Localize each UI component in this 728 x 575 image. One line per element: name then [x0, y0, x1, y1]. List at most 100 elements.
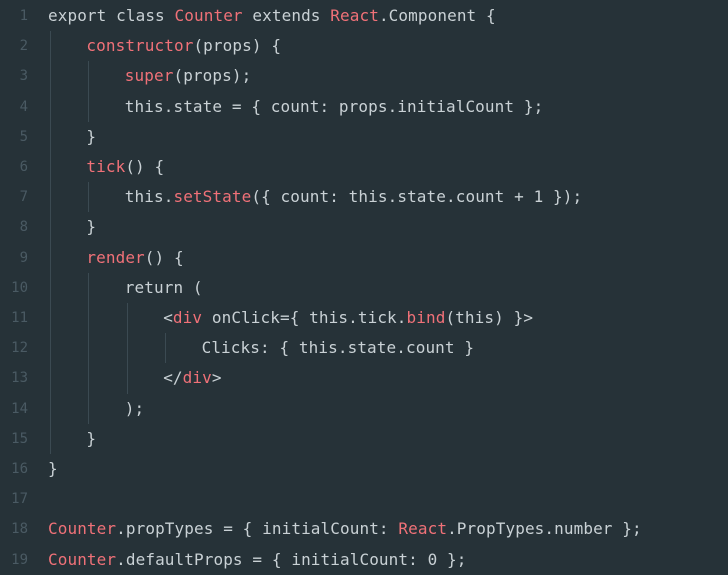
- code-token: (props) {: [193, 36, 282, 56]
- code-line[interactable]: 2 constructor(props) {: [0, 31, 728, 62]
- code-token: }: [86, 126, 97, 146]
- code-line[interactable]: 7 this.setState({ count: this.state.count…: [0, 182, 728, 213]
- code-token: this.state = { count: props.initialCount…: [124, 96, 544, 116]
- indent-guide: [50, 272, 51, 303]
- code-token: this.: [124, 187, 174, 207]
- indent-guide: [88, 333, 90, 364]
- code-text[interactable]: Counter.propTypes = { initialCount: Reac…: [48, 514, 642, 544]
- code-text[interactable]: );: [125, 394, 144, 424]
- indent-guide: [126, 363, 128, 394]
- code-token: .Component {: [378, 6, 496, 25]
- line-number: 16: [11, 461, 28, 477]
- indent-guide: [50, 363, 51, 394]
- keyword-token: div: [182, 368, 212, 388]
- line-number: 4: [19, 98, 28, 115]
- code-line[interactable]: 10 return (: [0, 272, 728, 303]
- code-line[interactable]: 14);: [0, 393, 728, 424]
- code-token: extends: [242, 6, 331, 25]
- code-text[interactable]: }: [48, 454, 58, 484]
- indent-guide: [88, 91, 90, 122]
- code-line[interactable]: 17: [0, 484, 728, 514]
- code-token: onClick={ this.tick.: [202, 308, 407, 327]
- code-line[interactable]: 19 Counter.defaultProps = { initialCount:…: [0, 545, 728, 575]
- code-text[interactable]: this.state = { count: props.initialCount…: [125, 92, 544, 122]
- code-line[interactable]: 8}: [0, 212, 728, 243]
- code-line[interactable]: 9 render() {: [0, 242, 728, 273]
- indent-guide: [126, 333, 128, 364]
- code-line[interactable]: 16}: [0, 454, 728, 484]
- indent-guide: [88, 393, 90, 424]
- code-token: .PropTypes.number };: [447, 519, 642, 539]
- line-number: 17: [11, 491, 28, 508]
- line-number: 7: [19, 189, 28, 206]
- code-token: export class: [48, 6, 175, 25]
- indent-guide: [50, 333, 51, 364]
- line-number: 11: [11, 310, 28, 326]
- code-line[interactable]: 12 Clicks: { this.state.count }: [0, 333, 728, 364]
- code-line[interactable]: 13 </div>: [0, 363, 728, 394]
- code-text[interactable]: constructor(props) {: [86, 31, 281, 61]
- code-text[interactable]: this.setState({ count: this.state.count …: [125, 182, 582, 212]
- code-line[interactable]: 3 super(props);: [0, 61, 728, 92]
- line-number: 13: [11, 370, 28, 387]
- code-line[interactable]: 18 Counter.propTypes = { initialCount: Re…: [0, 514, 728, 544]
- indent-guide: [50, 303, 51, 334]
- code-text[interactable]: </div>: [163, 363, 221, 393]
- line-number: 9: [19, 249, 28, 266]
- code-token: <: [163, 308, 173, 327]
- code-editor[interactable]: 1 export class Counter extends React.Comp…: [0, 0, 728, 574]
- indent-guide: [50, 242, 51, 273]
- keyword-token: tick: [86, 157, 126, 176]
- indent-guide: [165, 333, 167, 364]
- keyword-token: Counter: [48, 549, 117, 569]
- indent-guide: [50, 121, 51, 152]
- code-line[interactable]: 11 <div onClick={ this.tick.bind(this) }>: [0, 303, 728, 334]
- code-token: (props);: [173, 66, 252, 86]
- line-number: 8: [19, 219, 28, 236]
- code-token: .propTypes = { initialCount:: [116, 519, 399, 539]
- indent-guide: [50, 393, 51, 424]
- line-number: 6: [19, 159, 28, 175]
- code-text[interactable]: Clicks: { this.state.count }: [202, 333, 475, 363]
- indent-guide: [88, 363, 90, 394]
- code-text[interactable]: }: [86, 122, 96, 152]
- indent-guide: [88, 182, 90, 213]
- code-text[interactable]: tick() {: [86, 152, 164, 182]
- line-number: 12: [11, 340, 28, 357]
- code-text[interactable]: super(props);: [125, 61, 252, 91]
- line-number: 19: [11, 551, 28, 568]
- code-line[interactable]: 5}: [0, 121, 728, 152]
- code-text[interactable]: }: [86, 212, 96, 242]
- indent-guide: [50, 423, 51, 454]
- code-text[interactable]: Counter.defaultProps = { initialCount: 0…: [48, 545, 467, 575]
- code-token: () {: [144, 247, 184, 267]
- code-line[interactable]: 6 tick() {: [0, 152, 728, 183]
- line-number: 18: [11, 521, 28, 538]
- keyword-token: React: [398, 519, 448, 539]
- code-token: }: [48, 459, 58, 478]
- code-text[interactable]: export class Counter extends React.Compo…: [48, 1, 496, 31]
- line-number: 5: [19, 128, 28, 145]
- code-line[interactable]: 15}: [0, 423, 728, 454]
- code-line[interactable]: 1 export class Counter extends React.Comp…: [0, 1, 728, 31]
- code-token: .defaultProps = { initialCount: 0 };: [116, 549, 467, 569]
- code-token: );: [124, 398, 145, 418]
- code-text[interactable]: }: [86, 424, 96, 454]
- keyword-token: Counter: [174, 6, 243, 25]
- line-number: 15: [11, 430, 28, 447]
- keyword-token: render: [86, 247, 145, 267]
- indent-guide: [50, 31, 51, 62]
- code-text[interactable]: <div onClick={ this.tick.bind(this) }>: [163, 303, 533, 333]
- code-line[interactable]: 4 this.state = { count: props.initialCoun…: [0, 91, 728, 122]
- code-token: >: [211, 368, 222, 388]
- indent-guide: [50, 61, 51, 92]
- indent-guide: [88, 303, 90, 334]
- indent-guide: [88, 61, 90, 92]
- keyword-token: React: [330, 6, 379, 25]
- code-text[interactable]: render() {: [86, 243, 183, 273]
- code-token: </: [163, 368, 183, 388]
- indent-guide: [126, 303, 128, 334]
- line-number: 2: [19, 38, 28, 55]
- indent-guide: [88, 272, 90, 303]
- code-text[interactable]: return (: [125, 273, 203, 303]
